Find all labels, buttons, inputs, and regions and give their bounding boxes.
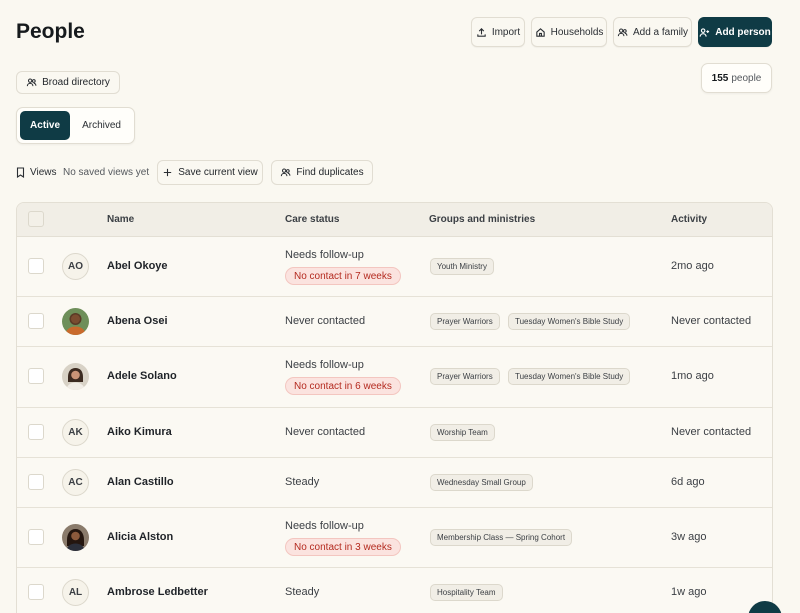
households-label: Households <box>550 26 604 38</box>
views-toolbar: Views No saved views yet Save current vi… <box>16 160 396 185</box>
avatar: AK <box>62 419 89 446</box>
group-tag: Tuesday Women's Bible Study <box>508 368 631 385</box>
care-status: Never contacted <box>285 426 366 438</box>
users-icon <box>617 28 628 36</box>
care-alert-badge: No contact in 7 weeks <box>285 267 401 285</box>
table-row[interactable]: AK Aiko Kimura Never contacted Worship T… <box>17 408 772 458</box>
person-name[interactable]: Adele Solano <box>107 370 177 382</box>
column-groups: Groups and ministries <box>429 214 536 225</box>
people-count-suffix: people <box>731 72 762 84</box>
profile-photo-icon <box>62 363 89 390</box>
activity-text: Never contacted <box>671 426 752 438</box>
row-checkbox[interactable] <box>28 368 44 384</box>
group-tag: Membership Class — Spring Cohort <box>430 529 573 546</box>
import-label: Import <box>491 26 521 38</box>
group-tag: Tuesday Women's Bible Study <box>508 313 631 330</box>
activity-text: 6d ago <box>671 476 705 488</box>
add-person-label: Add person <box>715 26 771 38</box>
bookmark-icon <box>16 167 25 178</box>
directory-selector[interactable]: Broad directory <box>16 71 120 94</box>
group-tag: Youth Ministry <box>430 258 494 275</box>
views-label: Views <box>16 167 57 178</box>
upload-icon <box>477 27 486 37</box>
table-row[interactable]: Adele Solano Needs follow-up No contact … <box>17 347 772 408</box>
users-icon <box>281 168 291 177</box>
avatar <box>62 524 89 551</box>
select-all-checkbox[interactable] <box>28 211 44 227</box>
save-view-label: Save current view <box>178 167 258 178</box>
import-button[interactable]: Import <box>471 17 525 47</box>
profile-photo-icon <box>62 524 89 551</box>
users-icon <box>26 78 37 87</box>
user-plus-icon <box>699 27 710 37</box>
add-person-button[interactable]: Add person <box>698 17 772 47</box>
group-tag: Wednesday Small Group <box>430 474 533 491</box>
column-activity[interactable]: Activity <box>671 214 707 225</box>
group-tag: Worship Team <box>430 424 495 441</box>
find-duplicates-label: Find duplicates <box>296 167 364 178</box>
row-checkbox[interactable] <box>28 424 44 440</box>
activity-text: 2mo ago <box>671 260 714 272</box>
activity-text: 3w ago <box>671 531 707 543</box>
people-table: Name Care status Groups and ministries A… <box>16 202 773 613</box>
add-family-label: Add a family <box>632 26 689 38</box>
row-checkbox[interactable] <box>28 258 44 274</box>
row-checkbox[interactable] <box>28 584 44 600</box>
care-status: Steady <box>285 586 320 598</box>
add-family-button[interactable]: Add a family <box>613 17 692 47</box>
save-view-button[interactable]: Save current view <box>157 160 263 185</box>
column-care-status[interactable]: Care status <box>285 214 339 225</box>
people-count: 155 people <box>701 63 772 93</box>
person-name[interactable]: Alan Castillo <box>107 476 174 488</box>
group-tag: Hospitality Team <box>430 584 503 601</box>
table-row[interactable]: Abena Osei Never contacted Prayer Warrio… <box>17 297 772 347</box>
row-checkbox[interactable] <box>28 529 44 545</box>
row-checkbox[interactable] <box>28 474 44 490</box>
person-name[interactable]: Abena Osei <box>107 315 168 327</box>
column-name[interactable]: Name <box>107 214 134 225</box>
care-status: Steady <box>285 476 320 488</box>
table-row[interactable]: AC Alan Castillo Steady Wednesday Small … <box>17 458 772 508</box>
directory-label: Broad directory <box>42 77 110 88</box>
person-name[interactable]: Aiko Kimura <box>107 426 172 438</box>
tab-active[interactable]: Active <box>20 111 71 140</box>
care-status: Needs follow-up <box>285 520 364 532</box>
person-name[interactable]: Ambrose Ledbetter <box>107 586 208 598</box>
group-tag: Prayer Warriors <box>430 313 500 330</box>
care-alert-badge: No contact in 6 weeks <box>285 377 401 395</box>
home-icon <box>535 27 545 37</box>
care-status: Needs follow-up <box>285 249 364 261</box>
avatar <box>62 363 89 390</box>
care-status: Never contacted <box>285 315 366 327</box>
table-row[interactable]: AL Ambrose Ledbetter Steady Hospitality … <box>17 568 772 613</box>
people-count-number: 155 <box>711 72 729 84</box>
table-row[interactable]: AO Abel Okoye Needs follow-up No contact… <box>17 237 772 297</box>
avatar: AO <box>62 253 89 280</box>
no-saved-views-text: No saved views yet <box>63 167 150 178</box>
table-header: Name Care status Groups and ministries A… <box>17 203 772 237</box>
activity-text: 1w ago <box>671 586 707 598</box>
person-name[interactable]: Abel Okoye <box>107 260 168 272</box>
avatar <box>62 308 89 335</box>
person-name[interactable]: Alicia Alston <box>107 531 173 543</box>
table-row[interactable]: Alicia Alston Needs follow-up No contact… <box>17 508 772 568</box>
care-status: Needs follow-up <box>285 359 364 371</box>
views-label-text: Views <box>30 167 57 178</box>
row-checkbox[interactable] <box>28 313 44 329</box>
avatar: AC <box>62 469 89 496</box>
find-duplicates-button[interactable]: Find duplicates <box>271 160 373 185</box>
plus-icon <box>164 168 172 177</box>
avatar: AL <box>62 579 89 606</box>
households-button[interactable]: Households <box>531 17 607 47</box>
activity-text: 1mo ago <box>671 370 714 382</box>
status-toggle: Active Archived <box>16 107 135 144</box>
profile-photo-icon <box>62 308 89 335</box>
tab-archived[interactable]: Archived <box>72 111 131 140</box>
group-tag: Prayer Warriors <box>430 368 500 385</box>
page-title: People <box>16 20 85 43</box>
activity-text: Never contacted <box>671 315 752 327</box>
care-alert-badge: No contact in 3 weeks <box>285 538 401 556</box>
